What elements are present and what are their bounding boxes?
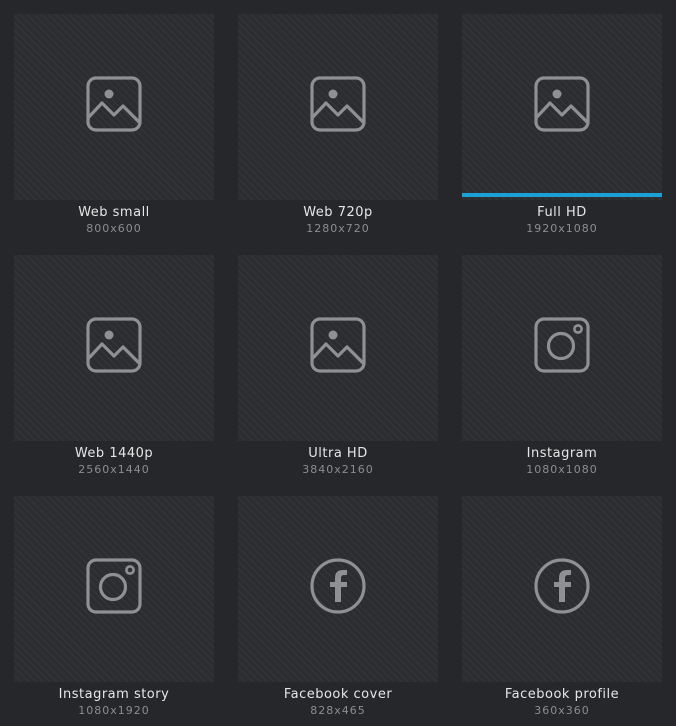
preset-size: 1080x1920 [78,704,150,717]
instagram-icon [533,316,591,374]
preset-tile-ultra-hd[interactable]: Ultra HD 3840x2160 [238,255,438,485]
facebook-icon [309,557,367,615]
preset-size: 3840x2160 [302,463,374,476]
preset-thumbnail [462,14,662,200]
image-icon [85,316,143,374]
preset-thumbnail [14,14,214,200]
preset-tile-web-1440p[interactable]: Web 1440p 2560x1440 [14,255,214,485]
instagram-icon [85,557,143,615]
image-icon [309,75,367,133]
preset-tile-instagram-story[interactable]: Instagram story 1080x1920 [14,496,214,726]
preset-tile-facebook-cover[interactable]: Facebook cover 828x465 [238,496,438,726]
preset-name: Instagram [526,446,598,461]
preset-name: Web 1440p [74,446,154,461]
preset-thumbnail [462,255,662,441]
preset-size: 800x600 [86,222,142,235]
preset-name: Full HD [537,205,587,220]
image-icon [309,316,367,374]
preset-size: 1920x1080 [526,222,598,235]
selected-indicator [462,193,662,197]
preset-name: Facebook cover [283,687,393,702]
image-icon [85,75,143,133]
preset-tile-facebook-profile[interactable]: Facebook profile 360x360 [462,496,662,726]
preset-size: 1280x720 [306,222,370,235]
preset-grid: Web small 800x600 Web 720p 1280x720 Full… [0,0,676,726]
preset-tile-web-720p[interactable]: Web 720p 1280x720 [238,14,438,244]
preset-size: 360x360 [534,704,590,717]
preset-tile-web-small[interactable]: Web small 800x600 [14,14,214,244]
preset-thumbnail [238,14,438,200]
image-icon [533,75,591,133]
preset-tile-instagram[interactable]: Instagram 1080x1080 [462,255,662,485]
facebook-icon [533,557,591,615]
preset-size: 1080x1080 [526,463,598,476]
preset-size: 2560x1440 [78,463,150,476]
preset-thumbnail [238,255,438,441]
preset-thumbnail [14,496,214,682]
preset-name: Ultra HD [308,446,368,461]
preset-size: 828x465 [310,704,366,717]
preset-name: Web 720p [303,205,373,220]
preset-tile-full-hd[interactable]: Full HD 1920x1080 [462,14,662,244]
preset-name: Facebook profile [504,687,620,702]
preset-thumbnail [462,496,662,682]
preset-thumbnail [238,496,438,682]
preset-thumbnail [14,255,214,441]
preset-name: Instagram story [58,687,170,702]
preset-name: Web small [78,205,150,220]
